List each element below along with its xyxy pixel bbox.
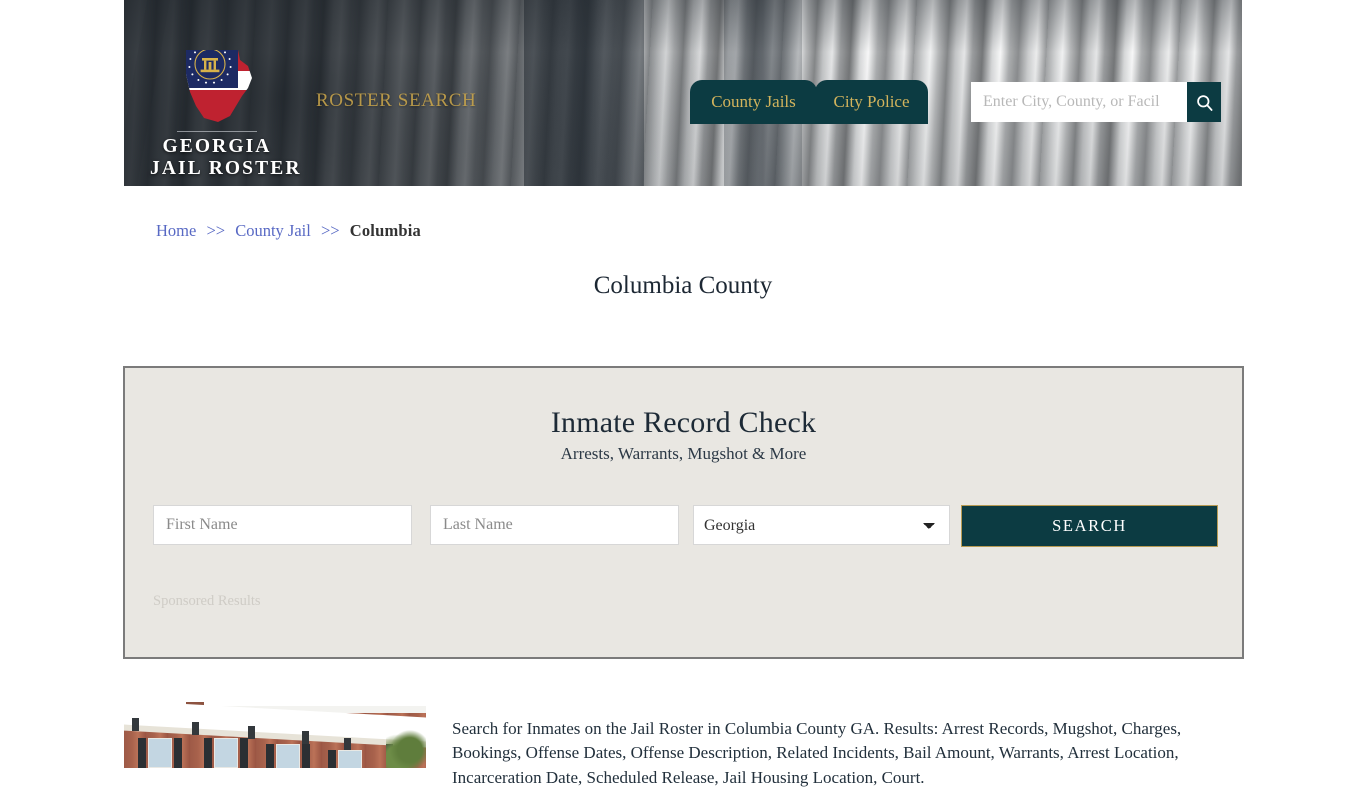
roof-bracket xyxy=(248,726,255,739)
courthouse-thumbnail xyxy=(124,698,426,768)
nav-city-police-button[interactable]: City Police xyxy=(815,80,928,124)
header-tagline: ROSTER SEARCH xyxy=(316,90,477,111)
breadcrumb-item-home[interactable]: Home xyxy=(156,221,196,240)
roof-bracket xyxy=(132,718,139,731)
header-search-button[interactable] xyxy=(1187,82,1221,122)
shutter xyxy=(174,738,182,768)
breadcrumb: Home >> County Jail >> Columbia xyxy=(156,221,421,241)
window xyxy=(276,744,300,768)
courthouse-photo xyxy=(124,698,426,768)
window xyxy=(214,738,238,768)
header-search-input[interactable] xyxy=(971,82,1187,122)
first-name-input[interactable] xyxy=(153,505,412,545)
nav-county-jails-button[interactable]: County Jails xyxy=(690,80,817,124)
search-icon xyxy=(1196,94,1212,111)
shutter xyxy=(240,738,248,768)
inmate-search-button[interactable]: SEARCH xyxy=(961,505,1218,547)
georgia-state-flag-icon xyxy=(186,50,252,122)
window xyxy=(338,750,362,768)
header-search-form xyxy=(971,82,1221,122)
page-description: Search for Inmates on the Jail Roster in… xyxy=(452,719,1182,787)
state-select[interactable]: Georgia xyxy=(693,505,950,545)
inmate-record-check-panel: Inmate Record Check Arrests, Warrants, M… xyxy=(123,366,1244,659)
window xyxy=(148,738,172,768)
inmate-search-form: Georgia SEARCH xyxy=(153,505,1218,547)
roof-bracket xyxy=(192,722,199,735)
breadcrumb-separator-2: >> xyxy=(320,221,340,240)
site-logo[interactable]: GEORGIA JAIL ROSTER xyxy=(150,44,302,180)
last-name-input[interactable] xyxy=(430,505,679,545)
logo-title-line2: JAIL ROSTER xyxy=(150,158,302,179)
shutter xyxy=(328,750,336,768)
panel-subheading: Arrests, Warrants, Mugshot & More xyxy=(560,444,807,463)
tree-foliage xyxy=(386,728,426,768)
panel-heading: Inmate Record Check xyxy=(550,406,817,439)
sponsored-results-label: Sponsored Results xyxy=(153,593,261,609)
shutter xyxy=(138,738,146,768)
page-title: Columbia County xyxy=(593,272,773,299)
breadcrumb-item-current: Columbia xyxy=(349,221,422,240)
shutter xyxy=(302,744,310,768)
breadcrumb-item-county-jail[interactable]: County Jail xyxy=(235,221,311,240)
shutter xyxy=(204,738,212,768)
breadcrumb-separator-1: >> xyxy=(206,221,226,240)
roof-bracket xyxy=(302,731,309,744)
shutter xyxy=(266,744,274,768)
logo-title-line1: GEORGIA xyxy=(162,136,272,157)
logo-divider xyxy=(177,128,257,135)
